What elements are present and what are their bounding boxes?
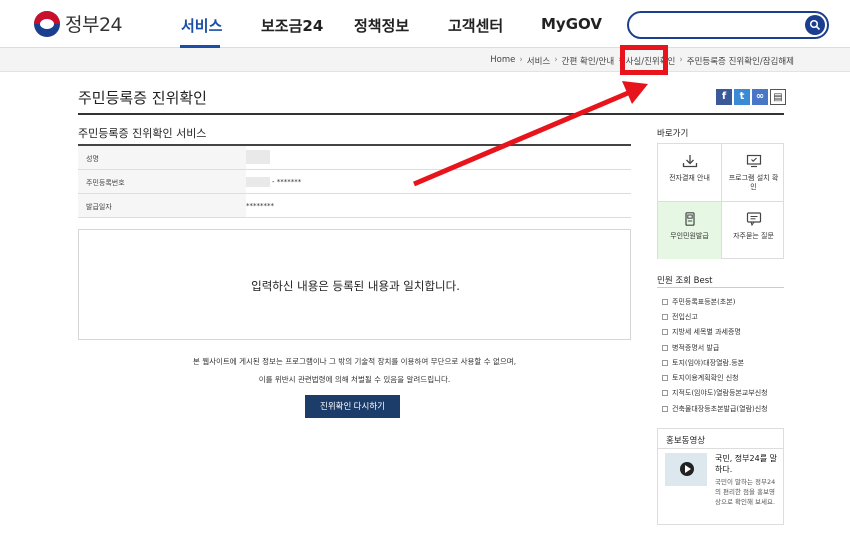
doc-icon xyxy=(662,344,668,351)
doc-icon xyxy=(662,390,668,397)
quick-link-label: 전자결재 안내 xyxy=(669,174,710,182)
list-item[interactable]: 토지(임야)대장열람.등본 xyxy=(662,355,768,370)
chevron-right-icon: › xyxy=(519,55,523,65)
field-label-name: 성명 xyxy=(78,146,246,169)
twitter-icon[interactable]: t xyxy=(734,89,750,105)
table-row: 주민등록번호 - ******* xyxy=(78,170,631,194)
grid-divider xyxy=(658,201,783,202)
field-value-rrn: - ******* xyxy=(246,170,301,193)
print-icon[interactable]: ▤ xyxy=(770,89,786,105)
doc-icon xyxy=(662,359,668,366)
annotation-highlight-box xyxy=(620,45,668,75)
facebook-icon[interactable]: f xyxy=(716,89,732,105)
gov24-logo[interactable]: 정부24 xyxy=(34,10,123,37)
notice-line-1: 본 웹사이트에 게시된 정보는 프로그램이나 그 밖의 기술적 장치를 이용하여… xyxy=(192,357,517,366)
breadcrumb-home[interactable]: Home xyxy=(490,55,515,67)
promo-heading[interactable]: 국민, 정부24를 말하다. xyxy=(715,453,779,475)
quick-link-faq[interactable]: 자주묻는 질문 xyxy=(722,202,785,259)
search-icon xyxy=(809,19,821,31)
nav-service[interactable]: 서비스 xyxy=(181,15,222,36)
field-value-issue-date: ******** xyxy=(246,202,274,210)
doc-icon xyxy=(662,329,668,336)
doc-icon xyxy=(662,313,668,320)
table-row: 성명 xyxy=(78,146,631,170)
chat-icon xyxy=(746,212,761,227)
quick-link-program-check[interactable]: 프로그램 설치 확인 xyxy=(722,144,785,201)
share-toolbar: f t ∞ ▤ xyxy=(716,89,786,105)
nav-mygov[interactable]: MyGOV xyxy=(541,15,602,33)
promo-video-thumbnail[interactable] xyxy=(665,453,707,486)
site-header: 정부24 서비스 보조금24 정책정보 고객센터 MyGOV xyxy=(0,0,850,48)
notice-line-2: 이를 위반시 관련법령에 의해 처벌될 수 있음을 알려드립니다. xyxy=(258,375,451,384)
promo-description: 국민이 말하는 정부24의 편리한 점을 홍보영상으로 확인해 보세요. xyxy=(715,478,776,506)
list-item[interactable]: 지방세 세목별 과세증명 xyxy=(662,325,768,340)
field-label-rrn: 주민등록번호 xyxy=(78,170,246,193)
quick-links-grid: 전자결재 안내 프로그램 설치 확인 무인민원발급 자주묻는 질문 xyxy=(657,143,784,259)
field-label-issue-date: 발급일자 xyxy=(78,194,246,217)
kiosk-icon xyxy=(684,212,695,226)
best-divider xyxy=(657,287,784,288)
nav-subsidy24[interactable]: 보조금24 xyxy=(261,15,323,36)
page-title: 주민등록증 진위확인 xyxy=(78,89,207,107)
breadcrumb-simple-check[interactable]: 간편 확인/안내 xyxy=(562,55,615,67)
quick-link-kiosk[interactable]: 무인민원발급 xyxy=(658,202,721,259)
promo-video-panel: 홍보동영상 국민, 정부24를 말하다. 국민이 말하는 정부24의 편리한 점… xyxy=(657,428,784,525)
masked-name xyxy=(246,150,270,164)
quick-link-label: 자주묻는 질문 xyxy=(733,232,774,240)
taegeuk-icon xyxy=(34,10,60,37)
breadcrumb-current: 주민등록증 진위확인/잠김해제 xyxy=(686,57,794,67)
search-input[interactable] xyxy=(627,11,829,39)
retry-verification-button[interactable]: 진위확인 다시하기 xyxy=(305,395,400,418)
result-message: 입력하신 내용은 등록된 내용과 일치합니다. xyxy=(251,279,460,293)
quick-link-label: 무인민원발급 xyxy=(670,232,709,240)
breadcrumb-service[interactable]: 서비스 xyxy=(527,55,550,67)
result-panel: 입력하신 내용은 등록된 내용과 일치합니다. xyxy=(78,229,631,340)
list-item[interactable]: 지적도(임야도)열람등본교부신청 xyxy=(662,386,768,401)
doc-icon xyxy=(662,375,668,382)
quick-links-title: 바로가기 xyxy=(657,129,689,139)
list-item[interactable]: 전입신고 xyxy=(662,309,768,324)
quick-link-label: 프로그램 설치 확인 xyxy=(728,174,779,191)
chevron-right-icon: › xyxy=(554,55,558,65)
masked-rrn-back: - ******* xyxy=(272,178,302,186)
quick-link-payment-guide[interactable]: 전자결재 안내 xyxy=(658,144,721,201)
play-icon xyxy=(680,462,694,476)
nav-customer-center[interactable]: 고객센터 xyxy=(448,15,503,36)
best-title: 민원 조회 Best xyxy=(657,276,713,286)
list-item[interactable]: 토지이용계획확인 신청 xyxy=(662,370,768,385)
monitor-icon xyxy=(746,154,761,168)
list-item[interactable]: 병적증명서 발급 xyxy=(662,340,768,355)
info-table: 성명 주민등록번호 - ******* 발급일자 ******** xyxy=(78,144,631,218)
service-title: 주민등록증 진위확인 서비스 xyxy=(78,127,207,140)
logo-text: 정부24 xyxy=(65,14,123,36)
usage-notice: 본 웹사이트에 게시된 정보는 프로그램이나 그 밖의 기술적 장치를 이용하여… xyxy=(78,353,631,389)
best-list: 주민등록표등본(초본) 전입신고 지방세 세목별 과세증명 병적증명서 발급 토… xyxy=(662,294,768,416)
masked-rrn-front xyxy=(246,177,270,187)
link-icon[interactable]: ∞ xyxy=(752,89,768,105)
list-item[interactable]: 건축물대장등초본발급(열람)신청 xyxy=(662,401,768,416)
promo-title: 홍보동영상 xyxy=(666,436,706,446)
nav-policy-info[interactable]: 정책정보 xyxy=(354,15,409,36)
search-button[interactable] xyxy=(805,15,825,35)
breadcrumb-bar: Home › 서비스 › 간편 확인/안내 › 사실/진위확인 › 주민등록증 … xyxy=(0,48,850,72)
doc-icon xyxy=(662,298,668,305)
field-value-name xyxy=(246,146,270,169)
chevron-right-icon: › xyxy=(679,55,683,65)
table-row: 발급일자 ******** xyxy=(78,194,631,218)
promo-divider xyxy=(658,448,783,449)
list-item[interactable]: 주민등록표등본(초본) xyxy=(662,294,768,309)
doc-icon xyxy=(662,405,668,412)
title-divider xyxy=(78,113,784,115)
download-icon xyxy=(682,155,697,168)
